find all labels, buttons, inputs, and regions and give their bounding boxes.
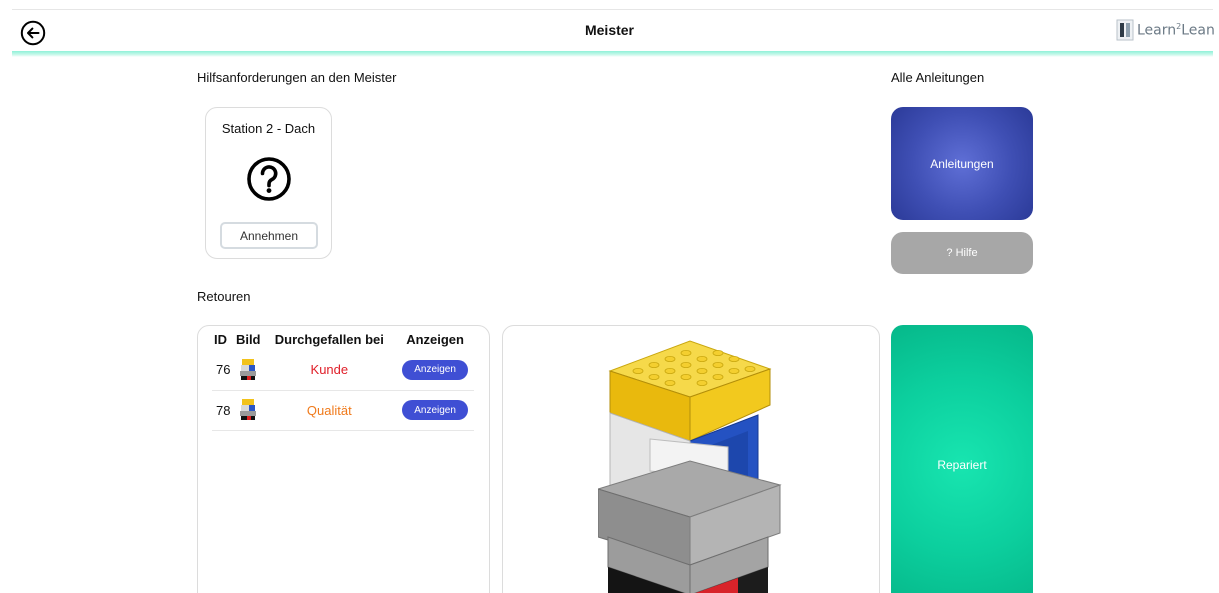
returns-table: ID Bild Durchgefallen bei Anzeigen 76 Ku…	[212, 329, 474, 431]
learn2lean-logo: Learn2Lean	[1116, 18, 1215, 42]
return-show-cell: Anzeigen	[396, 350, 474, 391]
help-requests-title: Hilfsanforderungen an den Meister	[197, 70, 397, 85]
return-failed-at: Kunde	[262, 350, 397, 391]
table-row: 76 Kunde Anzeigen	[212, 350, 474, 391]
column-header-show: Anzeigen	[406, 332, 464, 347]
help-request-card: Station 2 - Dach Annehmen	[205, 107, 332, 259]
repaired-button[interactable]: Repariert	[891, 325, 1033, 593]
return-thumbnail	[233, 390, 263, 431]
returns-card: ID Bild Durchgefallen bei Anzeigen 76 Ku…	[197, 325, 490, 593]
model-preview-card	[502, 325, 880, 593]
return-failed-at: Qualität	[262, 390, 397, 431]
column-header-image: Bild	[235, 332, 261, 347]
instructions-button[interactable]: Anleitungen	[891, 107, 1033, 220]
return-id: 78	[212, 390, 234, 431]
table-row: 78 Qualität Anzeigen	[212, 390, 474, 431]
header-accent-bar	[12, 51, 1213, 57]
show-return-button[interactable]: Anzeigen	[402, 400, 469, 420]
all-instructions-title: Alle Anleitungen	[891, 70, 985, 85]
return-thumbnail	[233, 350, 263, 391]
help-button[interactable]: ? Hilfe	[891, 232, 1033, 274]
logo-mark-icon	[1116, 19, 1134, 41]
page-title: Meister	[584, 22, 635, 38]
app-header: Meister Learn2Lean	[0, 0, 1219, 57]
accept-button[interactable]: Annehmen	[220, 222, 318, 249]
header-top-divider	[12, 9, 1213, 10]
column-header-id: ID	[214, 332, 227, 347]
return-id: 76	[212, 350, 234, 391]
question-circle-icon	[246, 157, 291, 201]
lego-model-preview-image	[598, 340, 782, 593]
column-header-failed-at: Durchgefallen bei	[274, 332, 384, 347]
returns-title: Retouren	[197, 289, 251, 304]
return-show-cell: Anzeigen	[396, 390, 474, 431]
returns-table-header: ID Bild Durchgefallen bei Anzeigen	[212, 329, 474, 350]
lego-model-thumbnail-icon	[240, 358, 257, 380]
lego-model-thumbnail-icon	[240, 399, 257, 420]
help-request-station: Station 2 - Dach	[221, 121, 316, 136]
show-return-button[interactable]: Anzeigen	[402, 359, 469, 380]
logo-text: Learn2Lean	[1137, 21, 1215, 39]
